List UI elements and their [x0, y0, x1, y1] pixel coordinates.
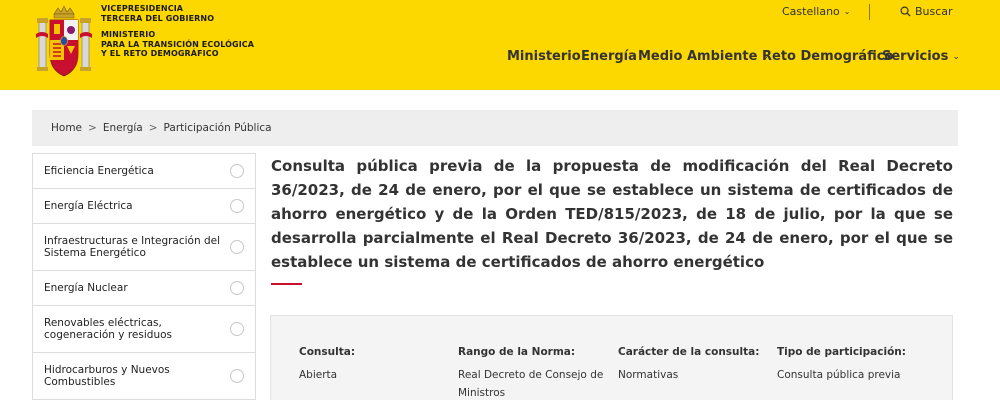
language-selector[interactable]: Castellano ⌄: [782, 5, 851, 18]
breadcrumb-separator: >: [148, 122, 158, 134]
org-line: VICEPRESIDENCIA: [101, 4, 184, 13]
breadcrumb-separator: >: [88, 122, 97, 134]
nav-item-servicios[interactable]: Servicios ⌄: [882, 49, 960, 64]
breadcrumb-energia[interactable]: Energía: [103, 122, 143, 134]
info-consulta: Consulta: Abierta: [299, 346, 439, 384]
info-caracter: Carácter de la consulta: Normativas: [618, 346, 768, 384]
nav-item-medio-ambiente[interactable]: Medio Ambiente ⌄: [638, 49, 769, 64]
page-title: Consulta pública previa de la propuesta …: [271, 157, 953, 271]
title-accent-line: [271, 283, 302, 285]
info-label: Carácter de la consulta:: [618, 346, 760, 358]
org-line: MINISTERIO: [101, 30, 156, 39]
info-label: Tipo de participación:: [777, 346, 906, 358]
sidebar-item-label: Eficiencia Energética: [44, 165, 154, 177]
sidebar-menu: Eficiencia Energética Energía Eléctrica …: [32, 153, 256, 400]
expand-circle-icon[interactable]: [230, 240, 244, 254]
sidebar-item-electrica[interactable]: Energía Eléctrica: [33, 189, 255, 224]
info-value: Normativas: [618, 369, 679, 381]
sidebar-item-label: Renovables eléctricas, cogeneración y re…: [44, 317, 172, 341]
expand-circle-icon[interactable]: [230, 164, 244, 178]
coat-of-arms-logo[interactable]: [36, 4, 92, 84]
sidebar-item-label: Hidrocarburos y Nuevos Combustibles: [44, 364, 170, 388]
search-button[interactable]: Buscar: [900, 5, 953, 18]
expand-circle-icon[interactable]: [230, 281, 244, 295]
org-line: Y EL RETO DEMOGRÁFICO: [101, 49, 219, 58]
sidebar-item-label: Infraestructuras e Integración del Siste…: [44, 235, 221, 259]
sidebar-item-hidrocarburos[interactable]: Hidrocarburos y Nuevos Combustibles: [33, 353, 255, 400]
expand-circle-icon[interactable]: [230, 322, 244, 336]
consultation-info-box: Consulta: Abierta Rango de la Norma: Rea…: [270, 315, 953, 400]
sidebar-item-label: Energía Eléctrica: [44, 200, 133, 212]
site-header: VICEPRESIDENCIA TERCERA DEL GOBIERNO MIN…: [0, 0, 1000, 90]
nav-item-energia[interactable]: Energía: [581, 49, 637, 64]
chevron-down-icon: ⌄: [952, 52, 960, 62]
nav-label: Reto Demográfico: [762, 49, 894, 64]
nav-label: Ministerio: [507, 49, 581, 64]
nav-item-reto-demografico[interactable]: Reto Demográfico: [762, 49, 893, 64]
info-rango: Rango de la Norma: Real Decreto de Conse…: [458, 346, 608, 400]
expand-circle-icon[interactable]: [230, 199, 244, 213]
info-label: Rango de la Norma:: [458, 346, 576, 358]
sidebar-item-eficiencia[interactable]: Eficiencia Energética: [33, 154, 255, 189]
nav-label: Servicios: [882, 49, 949, 64]
expand-circle-icon[interactable]: [230, 369, 244, 383]
breadcrumb-home[interactable]: Home: [51, 122, 82, 134]
info-value: Abierta: [299, 369, 338, 381]
sidebar-item-renovables[interactable]: Renovables eléctricas, cogeneración y re…: [33, 306, 255, 353]
breadcrumb: Home > Energía > Participación Pública: [32, 110, 958, 146]
sidebar-item-infraestructuras[interactable]: Infraestructuras e Integración del Siste…: [33, 224, 255, 271]
nav-label: Medio Ambiente: [638, 49, 758, 64]
nav-label: Energía: [581, 49, 637, 64]
header-divider: [869, 4, 870, 20]
language-label: Castellano: [782, 5, 840, 18]
search-label: Buscar: [915, 5, 953, 18]
info-value: Consulta pública previa: [777, 369, 901, 381]
ministry-name[interactable]: VICEPRESIDENCIA TERCERA DEL GOBIERNO MIN…: [101, 4, 254, 59]
sidebar-item-label: Energía Nuclear: [44, 282, 128, 294]
info-value: Real Decreto de Consejo de Ministros: [458, 369, 604, 399]
org-line: TERCERA DEL GOBIERNO: [101, 13, 215, 23]
search-icon: [900, 6, 911, 17]
info-label: Consulta:: [299, 346, 356, 358]
nav-item-ministerio[interactable]: Ministerio: [507, 49, 581, 64]
sidebar-item-nuclear[interactable]: Energía Nuclear: [33, 271, 255, 306]
info-tipo: Tipo de participación: Consulta pública …: [777, 346, 937, 384]
org-line: PARA LA TRANSICIÓN ECOLÓGICA: [101, 39, 255, 49]
breadcrumb-current: Participación Pública: [163, 122, 272, 134]
chevron-down-icon: ⌄: [843, 7, 851, 16]
